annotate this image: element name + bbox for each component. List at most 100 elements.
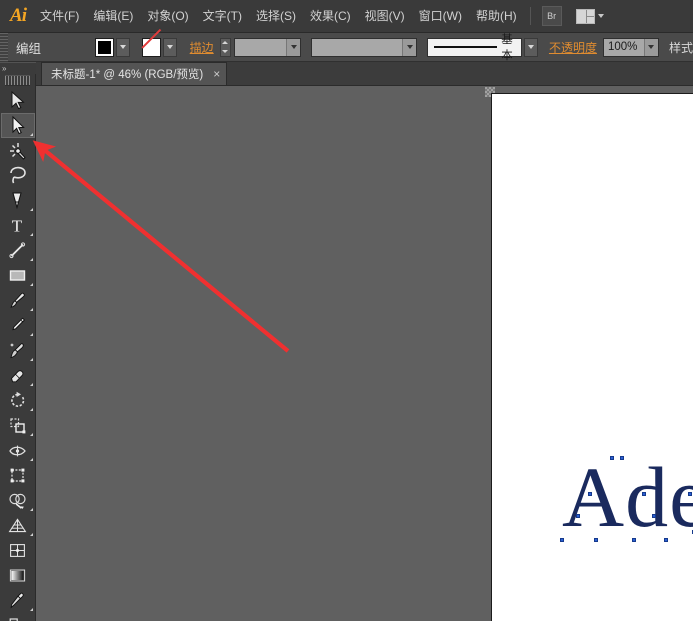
tool-pen[interactable] bbox=[1, 188, 35, 213]
brush-definition-combo[interactable]: 基本 bbox=[427, 34, 523, 62]
fill-color-swatch[interactable] bbox=[94, 37, 114, 57]
menu-window[interactable]: 窗口(W) bbox=[412, 5, 469, 27]
tool-pen-icon bbox=[12, 192, 22, 210]
tool-rotate-icon bbox=[11, 391, 25, 407]
chevron-down-icon bbox=[290, 45, 297, 49]
menu-item-list: 文件(F) 编辑(E) 对象(O) 文字(T) 选择(S) 效果(C) 视图(V) 窗口(W)… bbox=[33, 5, 524, 27]
anchor-point[interactable] bbox=[594, 538, 598, 542]
menu-file[interactable]: 文件(F) bbox=[33, 5, 86, 27]
tool-rotate[interactable] bbox=[1, 388, 35, 413]
tool-flyout-indicator-icon bbox=[29, 133, 33, 136]
tool-scale[interactable] bbox=[1, 413, 35, 438]
tool-perspective-grid-icon bbox=[8, 518, 27, 533]
tool-rectangle-icon bbox=[9, 270, 26, 281]
tool-line-segment[interactable] bbox=[1, 238, 35, 263]
close-icon[interactable]: × bbox=[213, 68, 220, 80]
stroke-weight-label[interactable]: 描边 bbox=[190, 39, 214, 56]
opacity-label[interactable]: 不透明度 bbox=[549, 39, 597, 56]
anchor-point[interactable] bbox=[632, 538, 636, 542]
anchor-point[interactable] bbox=[576, 514, 580, 518]
stroke-swatch-group[interactable] bbox=[141, 37, 177, 57]
tools-panel-grip[interactable] bbox=[5, 75, 30, 86]
menu-object[interactable]: 对象(O) bbox=[140, 5, 195, 27]
tool-blend[interactable] bbox=[1, 613, 35, 621]
brush-stroke-preview-icon bbox=[434, 46, 498, 48]
tool-flyout-indicator-icon bbox=[29, 458, 33, 461]
opacity-dropdown[interactable] bbox=[643, 38, 658, 56]
svg-text:T: T bbox=[12, 217, 23, 236]
tool-flyout-indicator-icon bbox=[29, 533, 33, 536]
anchor-point[interactable] bbox=[620, 456, 624, 460]
tool-flyout-indicator-icon bbox=[29, 233, 33, 236]
tool-shape-builder[interactable] bbox=[1, 488, 35, 513]
tool-mesh-icon bbox=[10, 544, 25, 557]
app-logo-icon: Ai bbox=[10, 5, 27, 26]
bridge-button[interactable]: Br bbox=[541, 6, 562, 26]
tool-blend-icon bbox=[9, 618, 18, 621]
selection-type-label: 编组 bbox=[16, 41, 42, 56]
tool-gradient[interactable] bbox=[1, 563, 35, 588]
tool-gradient-icon bbox=[9, 569, 26, 582]
fill-swatch-group[interactable] bbox=[94, 37, 130, 57]
tools-panel: » T bbox=[0, 63, 36, 621]
tool-mesh[interactable] bbox=[1, 538, 35, 563]
tool-eyedropper[interactable] bbox=[1, 588, 35, 613]
menu-select[interactable]: 选择(S) bbox=[249, 5, 303, 27]
opacity-combo[interactable]: 100% bbox=[602, 37, 659, 57]
tool-type[interactable]: T bbox=[1, 213, 35, 238]
anchor-point[interactable] bbox=[642, 492, 646, 496]
anchor-point[interactable] bbox=[610, 456, 614, 460]
tool-blob-brush[interactable] bbox=[1, 338, 35, 363]
artboard-text-object[interactable]: Ade bbox=[562, 454, 693, 540]
tool-width[interactable] bbox=[1, 438, 35, 463]
anchor-point[interactable] bbox=[588, 492, 592, 496]
menu-edit[interactable]: 编辑(E) bbox=[86, 5, 140, 27]
anchor-point[interactable] bbox=[560, 538, 564, 542]
fill-swatch-dropdown[interactable] bbox=[115, 37, 130, 57]
chevron-double-right-icon: » bbox=[2, 64, 7, 73]
stroke-weight-combo[interactable] bbox=[233, 37, 302, 57]
tool-eraser[interactable] bbox=[1, 363, 35, 388]
canvas-area[interactable]: Ade 溜溜自学 ZIXUE.3D66.COM bbox=[36, 86, 693, 621]
menu-effect[interactable]: 效果(C) bbox=[303, 5, 358, 27]
tools-panel-collapse-button[interactable]: » bbox=[0, 63, 36, 74]
menu-bar: Ai 文件(F) 编辑(E) 对象(O) 文字(T) 选择(S) 效果(C) 视图(V) 窗口… bbox=[0, 0, 693, 33]
document-tab[interactable]: 未标题-1* @ 46% (RGB/预览) × bbox=[41, 62, 228, 85]
tool-magic-wand[interactable] bbox=[1, 138, 35, 163]
chevron-down-icon bbox=[119, 45, 126, 49]
tool-scale-icon bbox=[10, 418, 26, 434]
tool-free-transform[interactable] bbox=[1, 463, 35, 488]
stroke-color-swatch[interactable] bbox=[141, 37, 161, 57]
tool-pencil[interactable] bbox=[1, 313, 35, 338]
menu-type[interactable]: 文字(T) bbox=[196, 5, 249, 27]
menu-view[interactable]: 视图(V) bbox=[358, 5, 412, 27]
stroke-weight-stepper[interactable] bbox=[219, 37, 231, 57]
variable-width-profile-combo[interactable] bbox=[311, 37, 418, 57]
menu-help[interactable]: 帮助(H) bbox=[469, 5, 524, 27]
tool-lasso-icon bbox=[10, 166, 26, 184]
styles-label[interactable]: 样式 bbox=[669, 39, 693, 56]
anchor-point[interactable] bbox=[688, 492, 692, 496]
tool-line-segment-icon bbox=[9, 242, 26, 259]
tool-lasso[interactable] bbox=[1, 163, 35, 188]
brush-definition-dropdown[interactable] bbox=[524, 37, 538, 57]
chevron-down-icon bbox=[528, 45, 535, 49]
tool-direct-selection[interactable] bbox=[0, 113, 35, 138]
anchor-point[interactable] bbox=[664, 538, 668, 542]
tool-flyout-indicator-icon bbox=[29, 208, 33, 211]
stroke-swatch-dropdown[interactable] bbox=[162, 37, 177, 57]
arrange-documents-button[interactable] bbox=[575, 8, 604, 24]
control-bar-grip[interactable] bbox=[0, 32, 9, 62]
tool-paintbrush[interactable] bbox=[1, 288, 35, 313]
arrange-documents-icon bbox=[575, 8, 595, 24]
tool-flyout-indicator-icon bbox=[29, 383, 33, 386]
illustrator-window: Ai 文件(F) 编辑(E) 对象(O) 文字(T) 选择(S) 效果(C) 视图(V) 窗口… bbox=[0, 0, 693, 621]
anchor-point[interactable] bbox=[652, 514, 656, 518]
stroke-weight-dropdown[interactable] bbox=[286, 38, 301, 56]
tool-selection[interactable] bbox=[1, 88, 35, 113]
tool-perspective-grid[interactable] bbox=[1, 513, 35, 538]
menu-divider bbox=[529, 7, 531, 25]
artboard[interactable]: Ade bbox=[491, 93, 693, 621]
tool-rectangle[interactable] bbox=[1, 263, 35, 288]
variable-width-dropdown[interactable] bbox=[402, 38, 417, 56]
